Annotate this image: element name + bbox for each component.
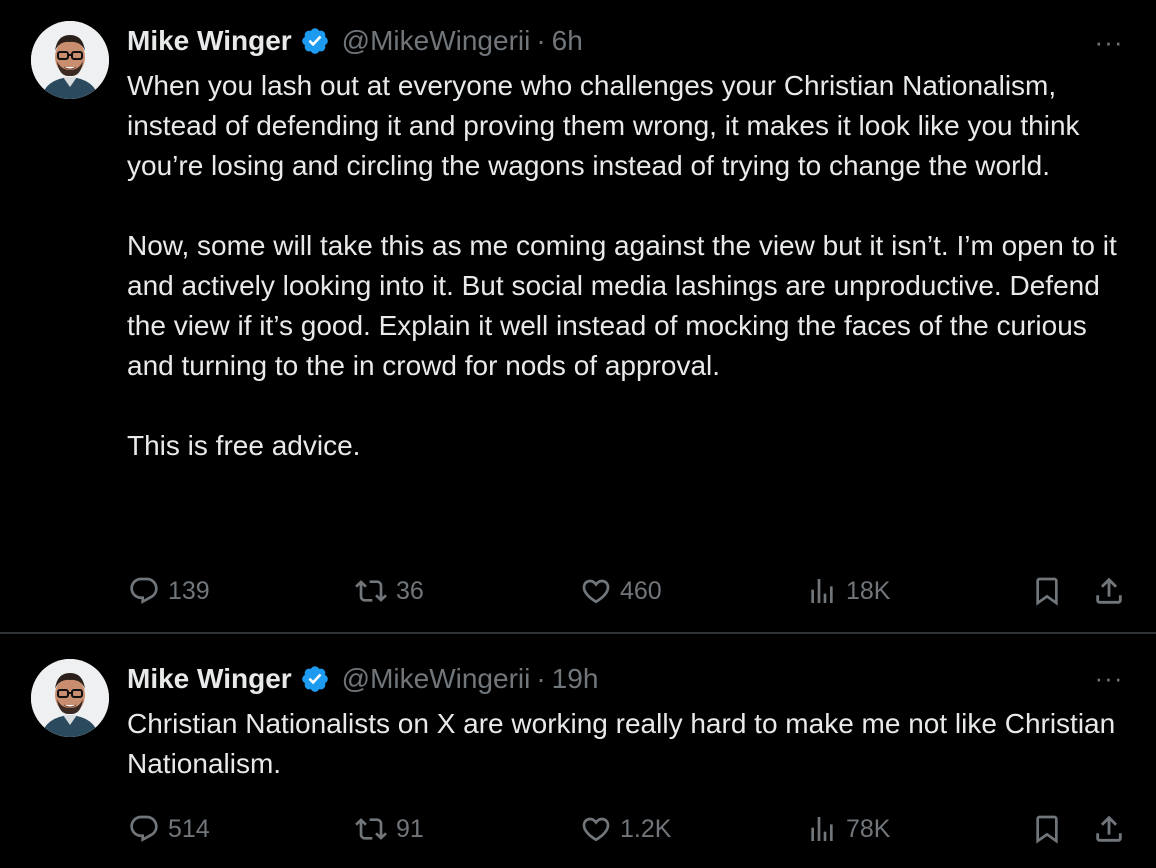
tweet-paragraph: When you lash out at everyone who challe…	[127, 70, 1080, 181]
tweet-header: Mike Winger @MikeWingerii · 6h	[127, 21, 583, 61]
view-count: 18K	[846, 576, 891, 605]
author-handle[interactable]: @MikeWingerii	[342, 25, 531, 57]
repost-icon	[355, 818, 387, 840]
views-button[interactable]: 18K	[806, 571, 890, 611]
header-separator: ·	[536, 663, 546, 694]
tweet-header: Mike Winger @MikeWingerii · 19h	[127, 659, 598, 699]
bookmark-button[interactable]	[1031, 571, 1071, 611]
author-name[interactable]: Mike Winger	[127, 25, 292, 57]
header-separator: ·	[536, 25, 546, 56]
like-count: 460	[620, 576, 662, 605]
like-count: 1.2K	[620, 814, 672, 843]
tweet-text: Christian Nationalists on X are working …	[127, 704, 1127, 784]
share-button[interactable]	[1092, 571, 1134, 611]
reply-icon	[130, 577, 158, 604]
tweet-paragraph: Now, some will take this as me coming ag…	[127, 230, 1117, 381]
repost-button[interactable]: 91	[354, 809, 424, 849]
like-icon	[582, 579, 610, 604]
avatar[interactable]	[31, 21, 109, 99]
share-button[interactable]	[1092, 809, 1134, 849]
bookmark-icon	[1036, 577, 1058, 606]
tweet-text: When you lash out at everyone who challe…	[127, 66, 1127, 466]
author-name[interactable]: Mike Winger	[127, 663, 292, 695]
timestamp[interactable]: 19h	[552, 663, 599, 695]
repost-count: 36	[396, 576, 424, 605]
repost-button[interactable]: 36	[354, 571, 424, 611]
verified-badge-icon[interactable]	[300, 664, 330, 694]
views-icon	[811, 579, 833, 603]
like-button[interactable]: 460	[580, 571, 662, 611]
author-handle[interactable]: @MikeWingerii	[342, 663, 531, 695]
views-icon	[811, 817, 833, 841]
tweet-actions: 514 91 1.2K 78K	[0, 809, 1156, 849]
views-button[interactable]: 78K	[806, 809, 890, 849]
like-icon	[582, 817, 610, 842]
tweet-paragraph: Christian Nationalists on X are working …	[127, 708, 1116, 779]
more-icon[interactable]: ···	[1092, 29, 1126, 55]
reply-count: 514	[168, 814, 210, 843]
share-icon	[1096, 815, 1122, 842]
repost-icon	[355, 580, 387, 602]
reply-count: 139	[168, 576, 210, 605]
bookmark-button[interactable]	[1031, 809, 1071, 849]
bookmark-icon	[1036, 815, 1058, 844]
tweet-actions: 139 36 460 18K	[0, 571, 1156, 611]
avatar[interactable]	[31, 659, 109, 737]
timestamp[interactable]: 6h	[552, 25, 583, 57]
view-count: 78K	[846, 814, 891, 843]
share-icon	[1096, 577, 1122, 604]
verified-badge-icon[interactable]	[300, 26, 330, 56]
reply-button[interactable]: 139	[128, 571, 210, 611]
more-icon[interactable]: ···	[1092, 665, 1126, 691]
like-button[interactable]: 1.2K	[580, 809, 671, 849]
reply-icon	[130, 815, 158, 842]
reply-button[interactable]: 514	[128, 809, 210, 849]
repost-count: 91	[396, 814, 424, 843]
tweet[interactable]: Mike Winger @MikeWingerii · 6h ··· When …	[0, 0, 1156, 632]
tweet-paragraph: This is free advice.	[127, 430, 361, 461]
tweet[interactable]: Mike Winger @MikeWingerii · 19h ··· Chri…	[0, 634, 1156, 868]
